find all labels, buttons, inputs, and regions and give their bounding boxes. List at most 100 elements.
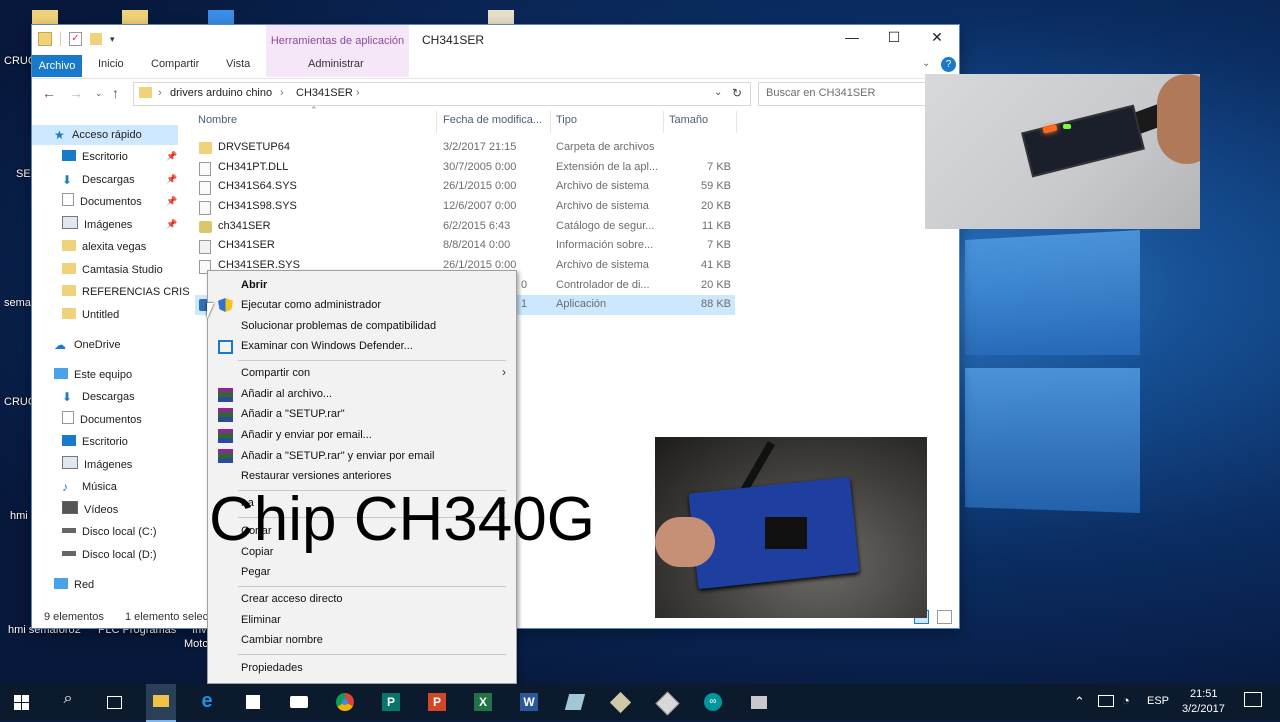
chevron-up-icon[interactable]: ⌃ [1074,694,1085,710]
app-icon[interactable] [747,690,771,714]
app-icon[interactable] [655,690,680,716]
file-row[interactable]: CH341PT.DLL 30/7/2005 0:00 Extensión de … [195,158,735,178]
sidebar-item-imagenes-2[interactable]: Imágenes [62,455,132,475]
chevron-down-icon[interactable]: ▾ [110,34,115,45]
file-row[interactable]: CH341SER 8/8/2014 0:00 Información sobre… [195,236,735,256]
breadcrumb-item[interactable]: drivers arduino chino [170,87,272,99]
tab-compartir[interactable]: Compartir [151,58,199,70]
word-icon[interactable]: W [517,690,541,714]
app-icon[interactable] [609,690,633,714]
task-view-icon[interactable] [102,690,126,714]
chevron-down-icon[interactable]: ⌄ [95,88,103,99]
battery-icon[interactable] [1098,695,1114,707]
language-indicator[interactable]: ESP [1147,695,1169,707]
powerpoint-icon[interactable]: P [425,690,449,714]
chevron-right-icon[interactable]: › [356,87,360,99]
menu-item-restaurar-versiones[interactable]: Restaurar versiones anteriores [241,470,391,482]
file-row[interactable]: CH341S64.SYS 26/1/2015 0:00 Archivo de s… [195,177,735,197]
tab-archivo[interactable]: Archivo [32,55,82,77]
search-icon[interactable]: ⌕ [56,690,80,714]
menu-item-pegar[interactable]: Pegar [241,566,270,578]
large-icons-view-icon[interactable] [937,610,952,624]
menu-item-anadir-archivo[interactable]: Añadir al archivo... [241,388,332,400]
back-arrow-icon[interactable]: ← [42,85,56,101]
search-input[interactable]: Buscar en CH341SER [758,82,930,106]
column-divider[interactable] [663,111,664,133]
menu-item-abrir[interactable]: Abrir [241,279,267,291]
camera-icon[interactable] [287,690,311,714]
sidebar-item-descargas[interactable]: ⬇ Descargas [62,170,135,190]
minimize-button[interactable]: — [840,29,864,49]
sidebar-item-videos[interactable]: Vídeos [62,500,118,520]
menu-item-anadir-setup-rar[interactable]: Añadir a "SETUP.rar" [241,408,345,420]
file-explorer-icon[interactable] [146,684,176,722]
windows-start-icon[interactable] [10,690,34,714]
pin-icon[interactable]: 📌 [166,151,177,162]
chrome-icon[interactable] [333,690,357,714]
file-row[interactable]: ch341SER 6/2/2015 6:43 Catálogo de segur… [195,217,735,237]
column-header-tipo[interactable]: Tipo [556,114,577,132]
desktop-icon-label[interactable]: hmi [10,510,28,522]
menu-item-cambiar-nombre[interactable]: Cambiar nombre [241,634,323,646]
column-header-nombre[interactable]: Nombre [198,114,237,132]
edge-icon[interactable]: e [195,690,219,714]
menu-item-crear-acceso[interactable]: Crear acceso directo [241,593,343,605]
sidebar-item-imagenes[interactable]: Imágenes [62,215,132,235]
column-divider[interactable] [550,111,551,133]
maximize-button[interactable]: ☐ [882,29,906,49]
column-header-tamano[interactable]: Tamaño [669,114,708,132]
tab-vista[interactable]: Vista [226,58,250,70]
clock-time[interactable]: 21:51 [1190,688,1218,700]
sidebar-item-documentos-2[interactable]: Documentos [62,410,142,430]
pin-icon[interactable]: 📌 [166,196,177,207]
notification-center-icon[interactable] [1244,692,1262,707]
tab-administrar[interactable]: Administrar [308,58,364,70]
excel-icon[interactable]: X [471,690,495,714]
menu-item-defender[interactable]: Examinar con Windows Defender... [241,340,413,352]
desktop-icon-label[interactable]: sema [4,297,31,309]
desktop-icon-label[interactable]: CRUC [4,55,36,67]
sidebar-item-escritorio-2[interactable]: Escritorio [62,432,128,452]
sidebar-item-escritorio[interactable]: Escritorio [62,147,128,167]
pin-icon[interactable]: 📌 [166,219,177,230]
sidebar-item-disco-d[interactable]: Disco local (D:) [62,545,157,565]
menu-item-anadir-setup-email[interactable]: Añadir a "SETUP.rar" y enviar por email [241,450,434,462]
menu-item-eliminar[interactable]: Eliminar [241,614,281,626]
forward-arrow-icon[interactable]: → [69,85,83,101]
wifi-icon[interactable]: ◔ [1122,693,1130,708]
column-header-fecha[interactable]: Fecha de modifica... [443,114,542,132]
menu-item-compatibilidad[interactable]: Solucionar problemas de compatibilidad [241,320,436,332]
chevron-right-icon[interactable]: › [280,87,284,99]
arduino-icon[interactable]: ∞ [701,690,725,714]
store-icon[interactable] [241,690,265,714]
app-icon[interactable] [563,690,587,714]
chevron-right-icon[interactable]: › [158,87,162,99]
address-bar[interactable]: › drivers arduino chino › CH341SER › ⌄ ↻ [133,82,751,106]
menu-item-anadir-email[interactable]: Añadir y enviar por email... [241,429,372,441]
sidebar-item-acceso-rapido[interactable]: ★ Acceso rápido [54,125,142,145]
menu-item-propiedades[interactable]: Propiedades [241,662,303,674]
refresh-icon[interactable]: ↻ [732,86,742,100]
sidebar-item-onedrive[interactable]: ☁ OneDrive [54,335,120,355]
sidebar-item-alexita-vegas[interactable]: alexita vegas [62,237,146,257]
menu-item-compartir-con[interactable]: Compartir con [241,367,310,379]
properties-icon[interactable]: ✓ [69,32,82,46]
sidebar-item-documentos[interactable]: Documentos [62,192,142,212]
help-icon[interactable]: ? [941,57,956,72]
chevron-down-icon[interactable]: ⌄ [922,58,930,69]
desktop-icon-label[interactable]: CRUC [4,396,36,408]
pin-icon[interactable]: 📌 [166,174,177,185]
sidebar-item-descargas-2[interactable]: ⬇ Descargas [62,387,135,407]
file-row[interactable]: DRVSETUP64 3/2/2017 21:15 Carpeta de arc… [195,138,735,158]
sidebar-item-referencias[interactable]: REFERENCIAS CRIS [62,282,190,302]
column-divider[interactable] [736,111,737,133]
clock-date[interactable]: 3/2/2017 [1182,703,1225,715]
up-arrow-icon[interactable]: ↑ [112,85,119,101]
sidebar-item-disco-c[interactable]: Disco local (C:) [62,522,157,542]
sidebar-item-camtasia[interactable]: Camtasia Studio [62,260,163,280]
new-folder-icon[interactable] [90,33,102,45]
sidebar-item-este-equipo[interactable]: Este equipo [54,365,132,385]
sidebar-item-musica[interactable]: ♪ Música [62,477,117,497]
column-divider[interactable] [436,111,437,133]
sidebar-item-red[interactable]: Red [54,575,94,595]
